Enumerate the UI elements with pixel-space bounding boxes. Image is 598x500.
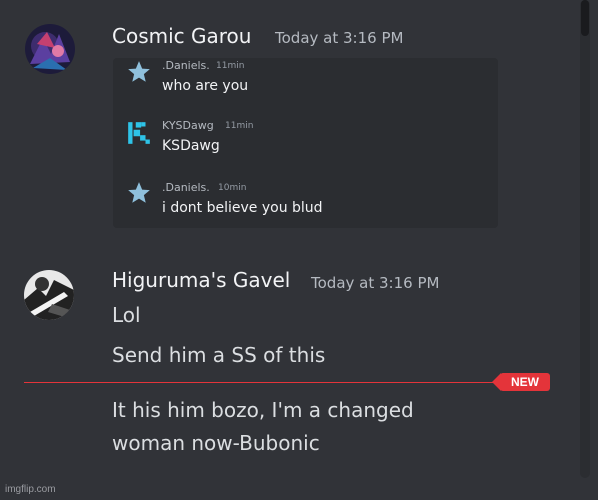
- new-badge: NEW: [500, 373, 550, 391]
- message-line: It his him bozo, I'm a changed: [112, 398, 414, 422]
- message-line: Send him a SS of this: [112, 343, 326, 367]
- scrollbar-thumb[interactable]: [581, 0, 589, 36]
- message-timestamp: Today at 3:16 PM: [311, 274, 440, 292]
- scrollbar-track[interactable]: [580, 0, 590, 478]
- author-name[interactable]: Higuruma's Gavel: [112, 268, 290, 292]
- message-line: Lol: [112, 303, 141, 327]
- avatar[interactable]: [24, 270, 74, 320]
- new-messages-divider: [24, 382, 498, 383]
- message-higurumas-gavel: Higuruma's Gavel Today at 3:16 PM Lol Se…: [0, 0, 570, 470]
- message-line: woman now-Bubonic: [112, 431, 320, 455]
- watermark: imgflip.com: [5, 484, 56, 495]
